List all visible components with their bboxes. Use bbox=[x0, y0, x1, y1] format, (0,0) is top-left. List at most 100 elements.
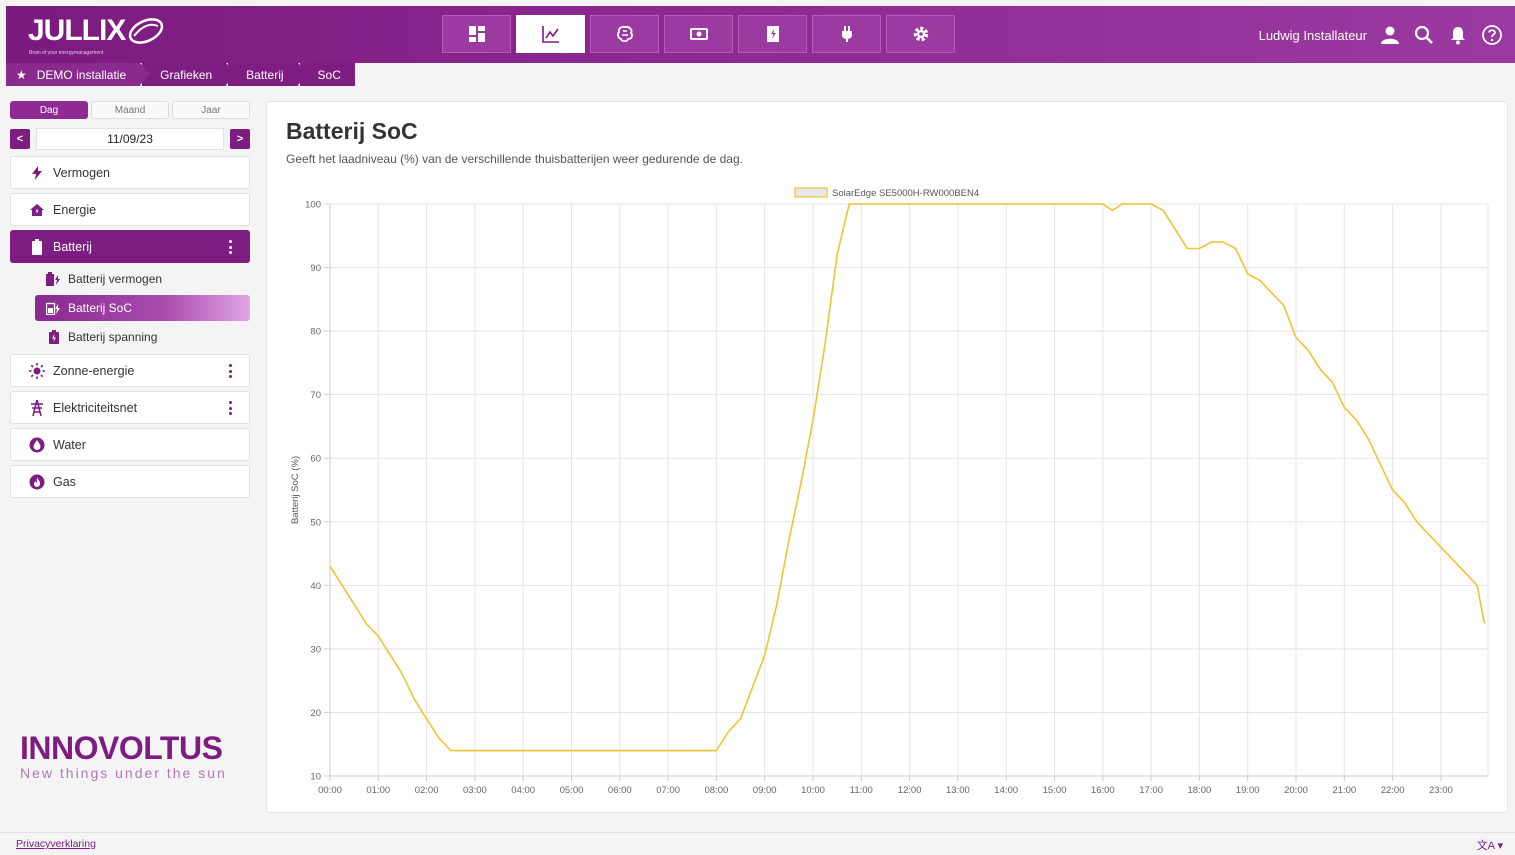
search-icon[interactable] bbox=[1413, 24, 1435, 46]
language-selector[interactable]: 文A ▾ bbox=[1477, 837, 1503, 853]
x-tick-label: 22:00 bbox=[1381, 785, 1405, 796]
pylon-icon bbox=[29, 399, 45, 416]
period-year-button[interactable]: Jaar bbox=[172, 101, 250, 119]
star-icon[interactable]: ★ bbox=[16, 68, 27, 82]
gear-icon bbox=[913, 26, 928, 42]
x-tick-label: 10:00 bbox=[801, 785, 825, 796]
sidebar-item-energie[interactable]: Energie bbox=[10, 193, 250, 226]
sidebar-item-label: Elektriciteitsnet bbox=[53, 400, 138, 415]
breadcrumb-installation[interactable]: ★ DEMO installatie bbox=[6, 63, 151, 86]
sidebar-item-batterij[interactable]: Batterij bbox=[10, 230, 250, 263]
sidebar-subitem-battery-power[interactable]: Batterij vermogen bbox=[35, 266, 250, 292]
x-tick-label: 17:00 bbox=[1139, 785, 1163, 796]
period-day-button[interactable]: Dag bbox=[10, 101, 88, 119]
breadcrumb-charts[interactable]: Grafieken bbox=[142, 63, 237, 86]
x-tick-label: 08:00 bbox=[705, 785, 729, 796]
bell-icon[interactable] bbox=[1447, 24, 1469, 46]
period-month-button[interactable]: Maand bbox=[91, 101, 169, 119]
logo-text: JULLIX bbox=[28, 14, 126, 47]
sidebar-item-label: Energie bbox=[53, 202, 97, 217]
x-tick-label: 18:00 bbox=[1188, 785, 1212, 796]
y-tick-label: 60 bbox=[310, 454, 321, 465]
sidebar-item-water[interactable]: Water bbox=[10, 428, 250, 461]
x-tick-label: 06:00 bbox=[608, 785, 632, 796]
nav-plug-button[interactable] bbox=[812, 15, 881, 53]
breadcrumb-battery[interactable]: Batterij bbox=[228, 63, 308, 86]
sidebar-subitem-battery-voltage[interactable]: Batterij spanning bbox=[35, 324, 250, 350]
building-bolt-icon bbox=[766, 26, 779, 42]
top-navbar: JULLIX Brain of your energymanagement Lu… bbox=[6, 6, 1515, 63]
x-tick-label: 01:00 bbox=[366, 785, 390, 796]
nav-brain-button[interactable] bbox=[590, 15, 659, 53]
nav-settings-button[interactable] bbox=[886, 15, 955, 53]
dashboard-icon bbox=[468, 26, 485, 42]
y-tick-label: 90 bbox=[310, 263, 321, 274]
x-tick-label: 04:00 bbox=[511, 785, 535, 796]
date-navigator: < 11/09/23 > bbox=[10, 128, 250, 150]
sidebar-subitem-label: Batterij SoC bbox=[68, 301, 133, 315]
nav-charts-button[interactable] bbox=[516, 15, 585, 53]
x-tick-label: 05:00 bbox=[560, 785, 584, 796]
brand-name: INNOVOLTUS bbox=[20, 730, 223, 766]
water-icon bbox=[29, 437, 45, 453]
sidebar-subitem-label: Batterij spanning bbox=[68, 330, 158, 344]
user-name[interactable]: Ludwig Installateur bbox=[1259, 28, 1367, 43]
y-tick-label: 20 bbox=[310, 708, 321, 719]
y-tick-label: 70 bbox=[310, 390, 321, 401]
soc-line-chart[interactable]: 10 20 30 40 50 60 70 80 90 100 00:00 01:00 02:00 03:0… bbox=[267, 102, 1507, 812]
sun-icon bbox=[29, 362, 45, 379]
legend-swatch bbox=[794, 187, 828, 198]
sidebar-subitem-label: Batterij vermogen bbox=[68, 272, 163, 286]
house-icon bbox=[29, 202, 45, 218]
previous-date-button[interactable]: < bbox=[10, 129, 30, 149]
sidebar-item-gas[interactable]: Gas bbox=[10, 465, 250, 498]
sidebar-subitem-battery-soc[interactable]: Batterij SoC bbox=[35, 295, 250, 321]
kebab-menu-icon[interactable] bbox=[229, 240, 233, 254]
logo-tagline: Brain of your energymanagement bbox=[29, 50, 104, 56]
legend-label: SolarEdge SE5000H-RW000BEN4 bbox=[832, 188, 979, 199]
sidebar-item-label: Gas bbox=[53, 474, 76, 489]
plug-icon bbox=[841, 26, 852, 42]
user-area: Ludwig Installateur bbox=[1259, 20, 1503, 50]
x-tick-label: 11:00 bbox=[850, 785, 873, 796]
x-tick-label: 15:00 bbox=[1043, 785, 1067, 796]
nav-dashboard-button[interactable] bbox=[442, 15, 511, 53]
jullix-logo[interactable]: JULLIX Brain of your energymanagement bbox=[28, 12, 168, 58]
nav-building-button[interactable] bbox=[738, 15, 807, 53]
y-tick-label: 80 bbox=[310, 327, 321, 338]
breadcrumb-label: SoC bbox=[317, 67, 341, 82]
footer: Privacyverklaring 文A ▾ bbox=[0, 832, 1515, 855]
logo-swirl-icon bbox=[128, 18, 164, 44]
sidebar-item-elektriciteitsnet[interactable]: Elektriciteitsnet bbox=[10, 391, 250, 424]
x-tick-label: 02:00 bbox=[415, 785, 439, 796]
sidebar-item-vermogen[interactable]: Vermogen bbox=[10, 156, 250, 189]
battery-power-icon bbox=[46, 271, 62, 287]
flame-icon bbox=[29, 474, 45, 490]
chart-panel: Batterij SoC Geeft het laadniveau (%) va… bbox=[266, 101, 1508, 813]
breadcrumb-soc[interactable]: SoC bbox=[299, 63, 355, 86]
next-date-button[interactable]: > bbox=[230, 129, 250, 149]
y-tick-label: 40 bbox=[310, 581, 321, 592]
sidebar: Dag Maand Jaar < 11/09/23 > Vermogen Ene… bbox=[10, 101, 250, 498]
x-tick-label: 13:00 bbox=[946, 785, 970, 796]
sidebar-item-label: Water bbox=[53, 437, 86, 452]
help-icon[interactable] bbox=[1481, 24, 1503, 46]
money-icon bbox=[689, 28, 708, 40]
y-tick-label: 10 bbox=[310, 772, 321, 783]
y-axis-label: Batterij SoC (%) bbox=[290, 456, 301, 524]
date-field[interactable]: 11/09/23 bbox=[36, 128, 224, 150]
x-tick-label: 21:00 bbox=[1332, 785, 1356, 796]
nav-finance-button[interactable] bbox=[664, 15, 733, 53]
x-tick-label: 14:00 bbox=[994, 785, 1018, 796]
x-tick-label: 00:00 bbox=[318, 785, 342, 796]
chart-line-icon bbox=[541, 26, 559, 43]
innovoltus-logo: INNOVOLTUS New things under the sun bbox=[20, 730, 245, 781]
user-icon[interactable] bbox=[1379, 24, 1401, 46]
battery-voltage-icon bbox=[46, 329, 62, 345]
bolt-icon bbox=[29, 165, 45, 181]
period-selector: Dag Maand Jaar bbox=[10, 101, 250, 119]
privacy-link[interactable]: Privacyverklaring bbox=[16, 838, 96, 850]
kebab-menu-icon[interactable] bbox=[229, 401, 233, 415]
sidebar-item-zonne-energie[interactable]: Zonne-energie bbox=[10, 354, 250, 387]
kebab-menu-icon[interactable] bbox=[229, 364, 233, 378]
